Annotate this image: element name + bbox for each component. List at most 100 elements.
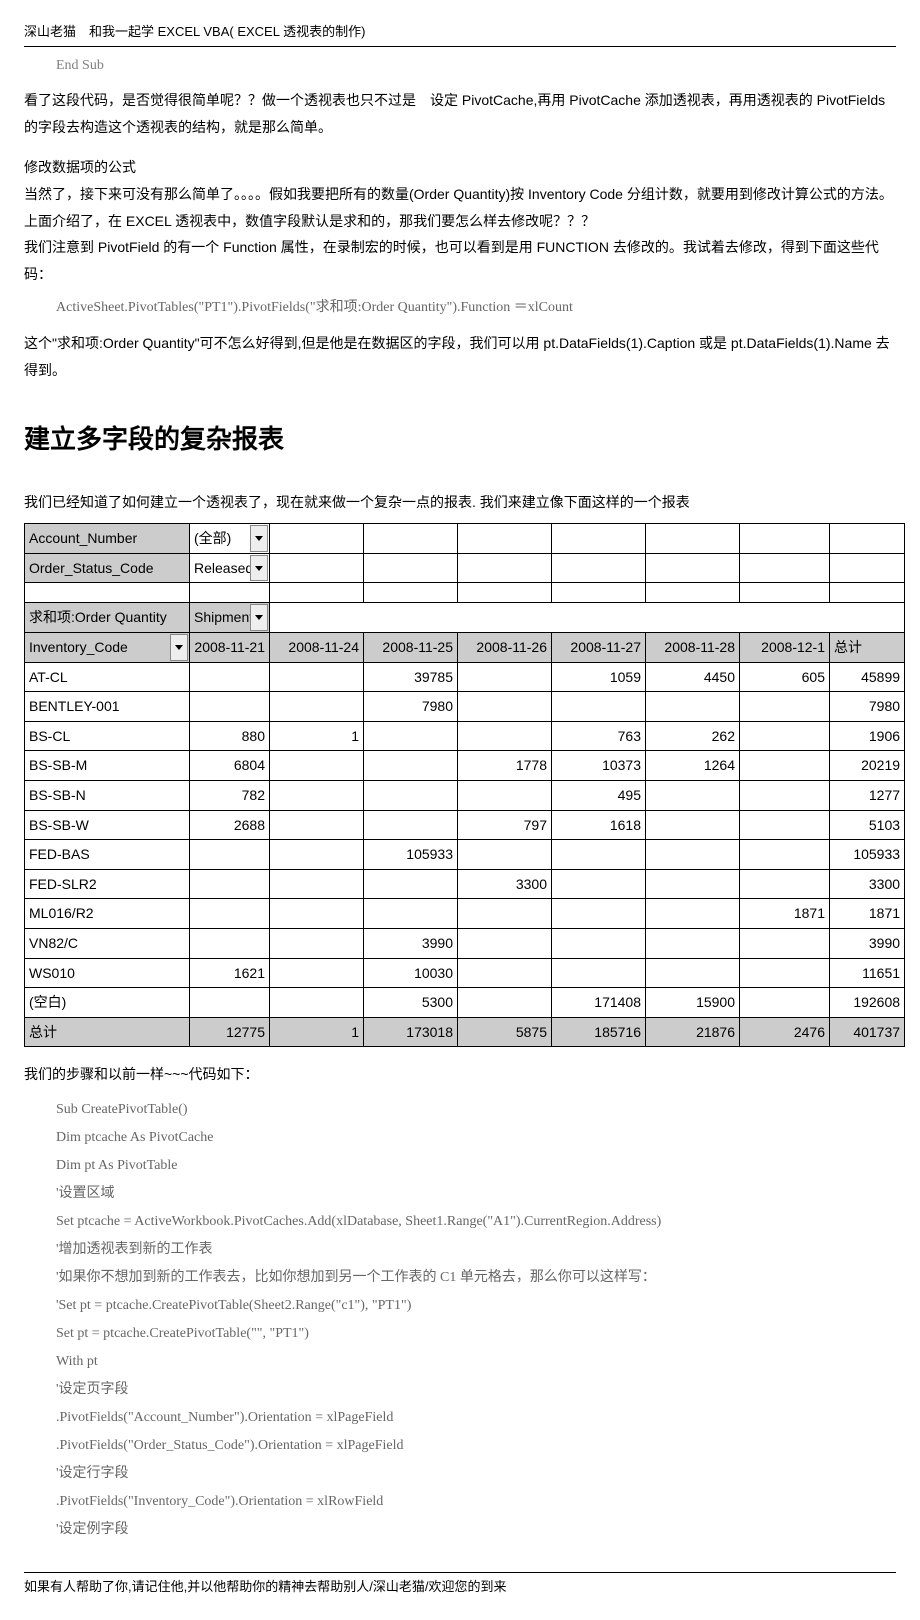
data-cell	[740, 810, 830, 840]
data-cell: 1871	[830, 899, 905, 929]
row-label: BS-SB-M	[25, 751, 190, 781]
row-label: FED-BAS	[25, 840, 190, 870]
data-cell: 5875	[458, 1017, 552, 1047]
data-cell: 2476	[740, 1017, 830, 1047]
data-cell: 605	[740, 662, 830, 692]
data-cell	[270, 692, 364, 722]
data-cell	[458, 958, 552, 988]
col-header-total: 总计	[830, 632, 905, 662]
data-cell	[458, 780, 552, 810]
data-cell: 171408	[552, 988, 646, 1018]
data-cell: 12775	[190, 1017, 270, 1047]
data-cell: 20219	[830, 751, 905, 781]
paragraph-2a: 当然了，接下来可没有那么简单了。。。。假如我要把所有的数量(Order Quan…	[24, 181, 896, 234]
data-cell: 2688	[190, 810, 270, 840]
data-cell	[270, 840, 364, 870]
data-cell	[646, 692, 740, 722]
data-cell: 763	[552, 721, 646, 751]
data-cell	[552, 899, 646, 929]
data-cell	[740, 958, 830, 988]
data-cell: 3990	[830, 928, 905, 958]
data-cell: 1871	[740, 899, 830, 929]
row-label: 总计	[25, 1017, 190, 1047]
data-cell	[190, 899, 270, 929]
data-cell	[646, 869, 740, 899]
data-cell: 782	[190, 780, 270, 810]
filter-account-value[interactable]: (全部)	[190, 524, 270, 554]
data-cell	[364, 751, 458, 781]
row-label: FED-SLR2	[25, 869, 190, 899]
code-line: 'Set pt = ptcache.CreatePivotTable(Sheet…	[56, 1292, 896, 1320]
data-cell	[190, 928, 270, 958]
column-field-label[interactable]: Shipment	[190, 603, 270, 633]
data-cell	[364, 869, 458, 899]
data-cell	[270, 958, 364, 988]
row-field-text: Inventory_Code	[29, 639, 128, 655]
col-header: 2008-12-1	[740, 632, 830, 662]
data-cell	[270, 928, 364, 958]
data-cell: 262	[646, 721, 740, 751]
data-cell	[646, 958, 740, 988]
row-label: BS-CL	[25, 721, 190, 751]
code-line: .PivotFields("Account_Number").Orientati…	[56, 1404, 896, 1432]
data-cell	[552, 692, 646, 722]
data-cell	[646, 780, 740, 810]
code-line: Dim ptcache As PivotCache	[56, 1124, 896, 1152]
code-line: '如果你不想加到新的工作表去，比如你想加到另一个工作表的 C1 单元格去，那么你…	[56, 1264, 896, 1292]
filter-status-text: Released	[194, 560, 253, 576]
row-label: WS010	[25, 958, 190, 988]
data-cell	[552, 928, 646, 958]
data-cell	[458, 899, 552, 929]
data-cell	[740, 988, 830, 1018]
code-block: Sub CreatePivotTable()Dim ptcache As Piv…	[24, 1096, 896, 1544]
dropdown-icon[interactable]	[250, 604, 268, 631]
data-cell	[364, 899, 458, 929]
data-cell: 45899	[830, 662, 905, 692]
data-cell	[458, 721, 552, 751]
data-field-label: 求和项:Order Quantity	[25, 603, 190, 633]
code-line: .PivotFields("Inventory_Code").Orientati…	[56, 1488, 896, 1516]
data-cell	[646, 928, 740, 958]
data-cell: 105933	[830, 840, 905, 870]
dropdown-icon[interactable]	[250, 525, 268, 552]
paragraph-2c: 这个"求和项:Order Quantity"可不怎么好得到,但是他是在数据区的字…	[24, 330, 896, 383]
col-header: 2008-11-27	[552, 632, 646, 662]
data-cell: 192608	[830, 988, 905, 1018]
data-cell: 1618	[552, 810, 646, 840]
data-cell	[190, 692, 270, 722]
data-cell: 3300	[458, 869, 552, 899]
data-cell	[190, 662, 270, 692]
data-cell	[740, 692, 830, 722]
code-line: Dim pt As PivotTable	[56, 1152, 896, 1180]
data-cell: 105933	[364, 840, 458, 870]
data-cell	[458, 692, 552, 722]
code-line: Set ptcache = ActiveWorkbook.PivotCaches…	[56, 1208, 896, 1236]
code-line: '增加透视表到新的工作表	[56, 1236, 896, 1264]
dropdown-icon[interactable]	[250, 555, 268, 582]
filter-account-label: Account_Number	[25, 524, 190, 554]
data-cell	[270, 751, 364, 781]
code-line: '设定例字段	[56, 1516, 896, 1544]
data-cell	[270, 869, 364, 899]
filter-status-value[interactable]: Released	[190, 553, 270, 583]
row-label: BS-SB-N	[25, 780, 190, 810]
row-field-label[interactable]: Inventory_Code	[25, 632, 190, 662]
data-cell: 7980	[364, 692, 458, 722]
row-label: ML016/R2	[25, 899, 190, 929]
data-cell	[740, 869, 830, 899]
data-cell: 39785	[364, 662, 458, 692]
data-cell: 1621	[190, 958, 270, 988]
code-line: Set pt = ptcache.CreatePivotTable("", "P…	[56, 1320, 896, 1348]
col-header: 2008-11-26	[458, 632, 552, 662]
data-cell	[270, 899, 364, 929]
data-cell: 1	[270, 721, 364, 751]
data-cell: 5103	[830, 810, 905, 840]
dropdown-icon[interactable]	[170, 634, 188, 661]
code-line-function: ActiveSheet.PivotTables("PT1").PivotFiel…	[24, 295, 896, 322]
data-cell	[364, 780, 458, 810]
data-cell: 6804	[190, 751, 270, 781]
data-cell	[270, 780, 364, 810]
data-cell: 185716	[552, 1017, 646, 1047]
data-cell: 4450	[646, 662, 740, 692]
data-cell: 21876	[646, 1017, 740, 1047]
